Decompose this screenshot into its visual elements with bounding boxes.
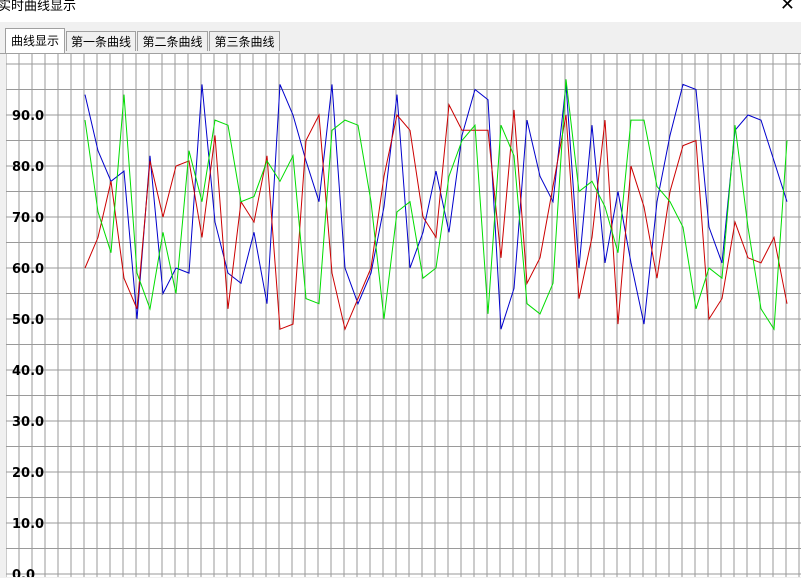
y-tick-label: 30.0 xyxy=(12,415,44,430)
y-tick-label: 10.0 xyxy=(12,517,44,532)
y-tick-label: 60.0 xyxy=(12,262,44,277)
y-tick-label: 20.0 xyxy=(12,466,44,481)
y-tick-label: 50.0 xyxy=(12,313,44,328)
close-icon[interactable]: ✕ xyxy=(780,0,795,14)
title-bar: 实时曲线显示 ✕ xyxy=(0,0,801,22)
tab-first-curve[interactable]: 第一条曲线 xyxy=(66,31,136,51)
y-tick-label: 40.0 xyxy=(12,364,44,379)
y-tick-label: 80.0 xyxy=(12,160,44,175)
y-tick-label: 70.0 xyxy=(12,211,44,226)
tab-second-curve[interactable]: 第二条曲线 xyxy=(137,31,208,51)
tab-curve-display[interactable]: 曲线显示 xyxy=(5,28,65,53)
y-tick-label: 90.0 xyxy=(12,109,44,124)
window-title: 实时曲线显示 xyxy=(0,0,77,14)
line-chart: 0.0 10.0 20.0 30.0 40.0 50.0 60.0 70.0 80.0 90.0 xyxy=(6,54,801,577)
tab-strip: 曲线显示 第一条曲线 第二条曲线 第三条曲线 xyxy=(0,22,801,54)
tab-third-curve[interactable]: 第三条曲线 xyxy=(209,31,280,51)
y-tick-label: 0.0 xyxy=(12,568,35,577)
